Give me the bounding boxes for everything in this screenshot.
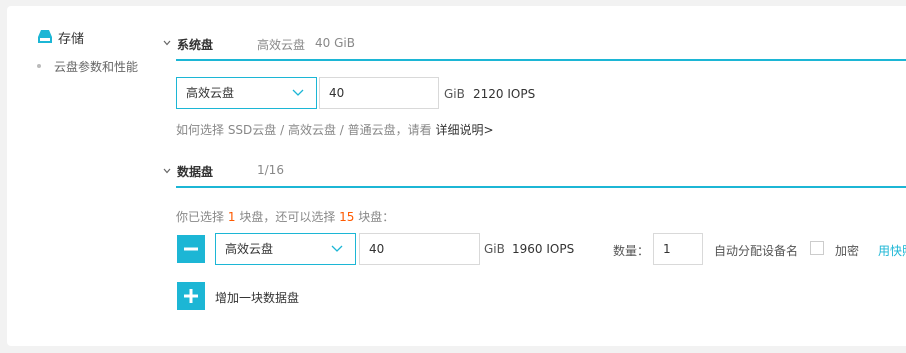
system-disk-summary-type: 高效云盘 bbox=[257, 38, 306, 52]
minus-icon bbox=[184, 247, 198, 251]
chevron-down-icon[interactable] bbox=[163, 39, 171, 47]
selection-suffix: 块盘： bbox=[358, 210, 395, 224]
add-disk-button[interactable] bbox=[177, 282, 205, 310]
system-disk-size-input[interactable]: 40 bbox=[319, 77, 439, 109]
data-disk-size-input[interactable]: 40 bbox=[359, 233, 480, 265]
section-divider bbox=[176, 186, 906, 188]
nav-bullet bbox=[37, 64, 41, 68]
disk-type-hint: 如何选择 SSD云盘 / 高效云盘 / 普通云盘，请看 详细说明> bbox=[176, 121, 494, 138]
encrypt-checkbox[interactable] bbox=[810, 241, 824, 255]
detail-link[interactable]: 详细说明> bbox=[435, 123, 493, 137]
system-disk-size-value: 40 bbox=[329, 86, 345, 100]
system-disk-type-value: 高效云盘 bbox=[186, 86, 235, 100]
system-disk-title: 系统盘 bbox=[177, 38, 214, 52]
dropdown-arrow-icon bbox=[331, 245, 343, 252]
auto-device-name-label: 自动分配设备名 bbox=[714, 244, 799, 258]
encrypt-label: 加密 bbox=[835, 244, 860, 258]
quantity-value: 1 bbox=[663, 242, 671, 256]
quantity-label: 数量： bbox=[613, 244, 650, 258]
system-disk-summary-size: 40 GiB bbox=[315, 36, 355, 50]
system-disk-unit: GiB bbox=[444, 87, 465, 101]
data-disk-selection-status: 你已选择 1 块盘，还可以选择 15 块盘： bbox=[176, 208, 394, 225]
add-disk-label[interactable]: 增加一块数据盘 bbox=[215, 289, 299, 306]
system-disk-iops: 2120 IOPS bbox=[473, 87, 536, 101]
selection-prefix: 你已选择 bbox=[176, 210, 225, 224]
selected-count: 1 bbox=[227, 210, 236, 224]
data-disk-type-value: 高效云盘 bbox=[225, 242, 274, 256]
storage-panel bbox=[7, 6, 906, 346]
create-from-snapshot-link[interactable]: 用快照 bbox=[878, 242, 906, 259]
nav-sub-item[interactable]: 云盘参数和性能 bbox=[54, 58, 138, 75]
hint-text: 如何选择 SSD云盘 / 高效云盘 / 普通云盘，请看 bbox=[176, 123, 432, 137]
data-disk-iops: 1960 IOPS bbox=[512, 242, 575, 256]
plus-icon bbox=[184, 289, 198, 303]
data-disk-unit: GiB bbox=[484, 242, 505, 256]
chevron-down-icon[interactable] bbox=[163, 167, 171, 175]
storage-icon bbox=[38, 30, 52, 43]
remaining-count: 15 bbox=[339, 210, 355, 224]
data-disk-title: 数据盘 bbox=[177, 165, 214, 179]
data-disk-count-summary: 1/16 bbox=[257, 163, 284, 177]
dropdown-arrow-icon bbox=[292, 89, 304, 96]
remove-disk-button[interactable] bbox=[177, 235, 205, 263]
data-disk-type-select[interactable]: 高效云盘 bbox=[215, 233, 356, 265]
quantity-input[interactable]: 1 bbox=[653, 233, 703, 265]
data-disk-size-value: 40 bbox=[369, 242, 385, 256]
nav-title[interactable]: 存储 bbox=[58, 28, 84, 47]
selection-mid: 块盘，还可以选择 bbox=[239, 210, 336, 224]
system-disk-type-select[interactable]: 高效云盘 bbox=[176, 77, 317, 109]
section-divider bbox=[176, 59, 906, 61]
